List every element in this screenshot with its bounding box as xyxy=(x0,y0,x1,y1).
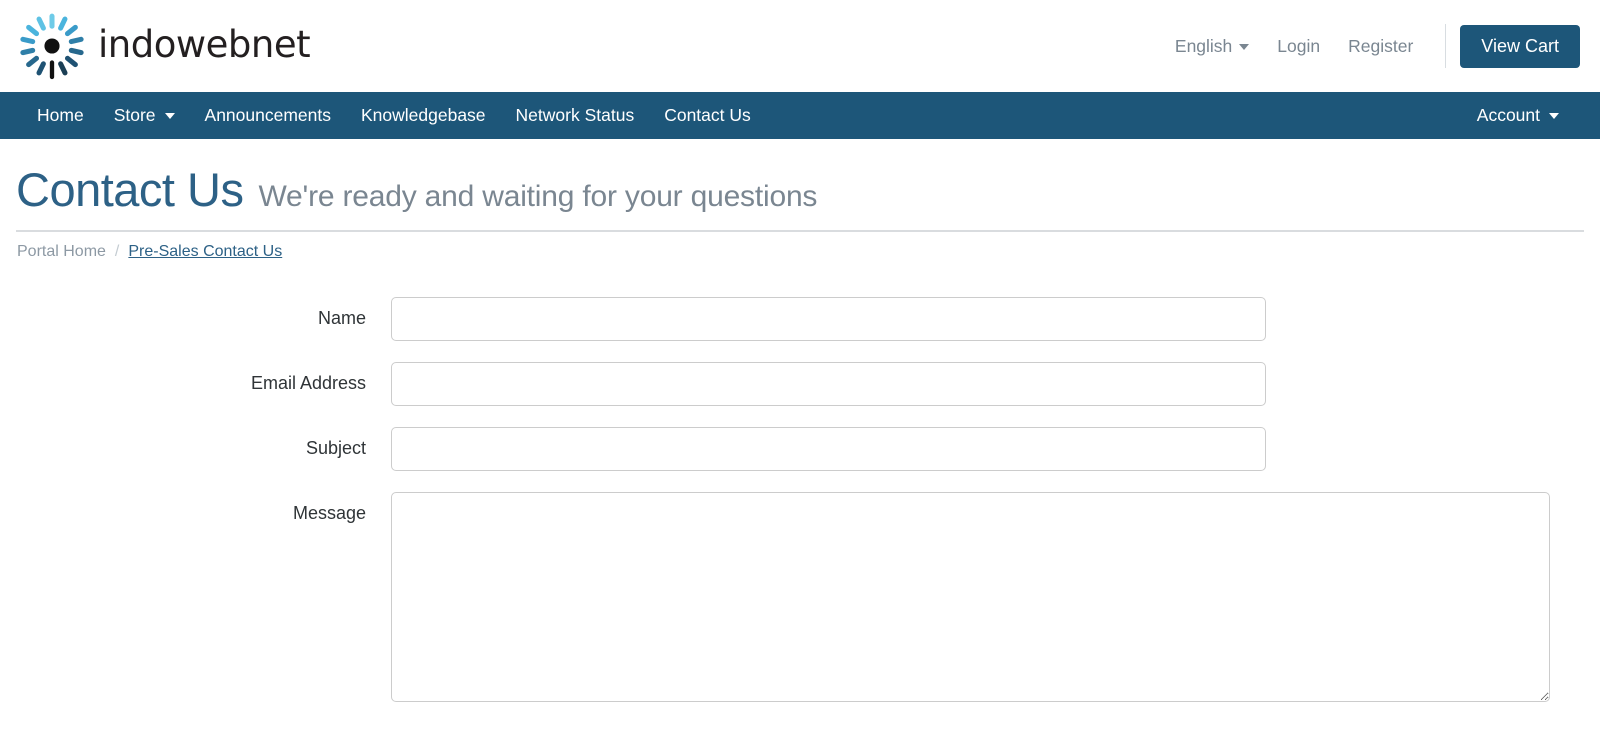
breadcrumb-separator: / xyxy=(114,243,120,261)
nav-item-account[interactable]: Account xyxy=(1462,92,1574,139)
nav-label-store: Store xyxy=(113,105,156,125)
email-label: Email Address xyxy=(250,373,366,394)
nav-item-store[interactable]: Store xyxy=(99,92,190,139)
chevron-down-icon xyxy=(1239,44,1250,50)
page-header: Contact Us We're ready and waiting for y… xyxy=(16,139,1584,216)
message-textarea[interactable] xyxy=(391,492,1550,703)
chevron-down-icon xyxy=(1549,112,1559,119)
brand-logo-link[interactable]: indowebnet xyxy=(16,10,311,82)
message-label: Message xyxy=(292,503,366,524)
nav-item-knowledgebase[interactable]: Knowledgebase xyxy=(346,92,501,139)
main-navigation: Home Store Announcements Knowledgebase N… xyxy=(0,92,1600,139)
nav-label-contact-us: Contact Us xyxy=(664,105,751,125)
header-divider xyxy=(1445,24,1447,68)
nav-label-home: Home xyxy=(37,105,84,125)
view-cart-button[interactable]: View Cart xyxy=(1460,24,1580,68)
name-field-wrapper xyxy=(391,297,1584,342)
form-row-message: Message xyxy=(16,492,1584,703)
name-input[interactable] xyxy=(391,297,1266,342)
message-field-wrapper xyxy=(391,492,1584,703)
site-header: indowebnet English Login Register View C… xyxy=(0,0,1600,92)
subject-label: Subject xyxy=(305,438,366,459)
nav-label-account: Account xyxy=(1476,105,1540,125)
page-title: Contact Us xyxy=(16,163,244,216)
radial-burst-logo-icon xyxy=(16,10,88,82)
header-utility-nav: English Login Register View Cart xyxy=(1165,0,1580,92)
register-link[interactable]: Register xyxy=(1334,30,1427,63)
page-content: Contact Us We're ready and waiting for y… xyxy=(0,139,1600,703)
breadcrumb-item-current[interactable]: Pre-Sales Contact Us xyxy=(128,243,282,261)
breadcrumb: Portal Home / Pre-Sales Contact Us xyxy=(16,232,1584,261)
subject-input[interactable] xyxy=(391,427,1266,472)
form-row-name: Name xyxy=(16,297,1584,342)
language-label: English xyxy=(1174,35,1233,56)
email-field-wrapper xyxy=(391,362,1584,407)
subject-field-wrapper xyxy=(391,427,1584,472)
contact-form: Name Email Address Subject Message xyxy=(16,261,1584,703)
form-row-email: Email Address xyxy=(16,362,1584,407)
breadcrumb-item-portal-home[interactable]: Portal Home xyxy=(17,243,106,261)
nav-label-announcements: Announcements xyxy=(204,105,331,125)
name-label: Name xyxy=(317,308,366,329)
nav-item-network-status[interactable]: Network Status xyxy=(501,92,650,139)
nav-item-announcements[interactable]: Announcements xyxy=(190,92,346,139)
nav-item-contact-us[interactable]: Contact Us xyxy=(649,92,766,139)
nav-label-knowledgebase: Knowledgebase xyxy=(361,105,486,125)
brand-wordmark: indowebnet xyxy=(98,23,311,66)
page-subtitle: We're ready and waiting for your questio… xyxy=(258,180,818,213)
nav-item-home[interactable]: Home xyxy=(22,92,99,139)
chevron-down-icon xyxy=(164,112,175,119)
form-row-subject: Subject xyxy=(16,427,1584,472)
login-link[interactable]: Login xyxy=(1263,30,1334,63)
nav-label-network-status: Network Status xyxy=(515,105,635,125)
language-selector[interactable]: English xyxy=(1165,30,1263,63)
email-input[interactable] xyxy=(391,362,1266,407)
